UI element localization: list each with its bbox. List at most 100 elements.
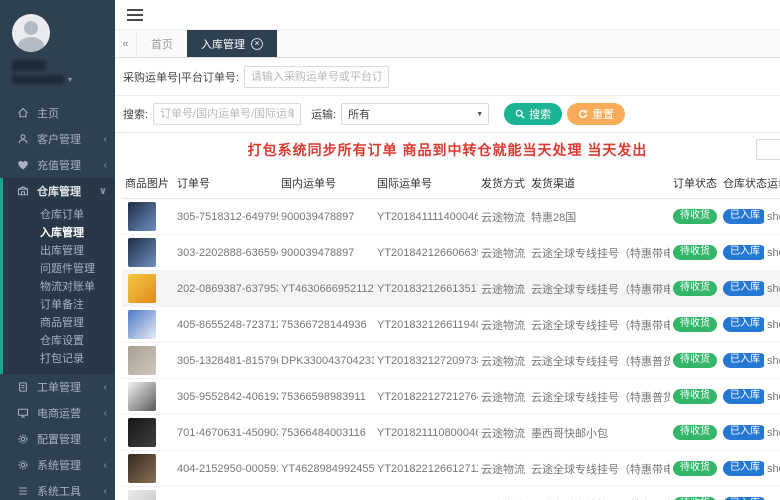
product-image[interactable] xyxy=(128,346,156,375)
tab-bar: « 首页 入库管理 × xyxy=(115,30,780,58)
sync-notice-text: 打包系统同步所有订单 商品到中转仓就能当天处理 当天发出 xyxy=(247,142,648,158)
product-image[interactable] xyxy=(128,418,156,447)
chevron-left-icon: ‹ xyxy=(103,459,107,471)
product-image[interactable] xyxy=(128,238,156,267)
refresh-icon xyxy=(579,109,588,119)
clipped-toolbar-button[interactable] xyxy=(756,139,780,160)
chevron-down-icon: ∨ xyxy=(98,185,107,197)
sidebar-item-仓库管理[interactable]: 仓库管理 ∨ xyxy=(3,178,115,204)
sidebar-group-8: 系统工具 ‹ xyxy=(0,478,115,500)
chevron-down-icon[interactable]: ▾ xyxy=(68,75,72,84)
sidebar-subitem-物流对账单[interactable]: 物流对账单 xyxy=(3,278,115,296)
shipping-channel: 云途全球专线挂号（特惠带电） xyxy=(528,450,670,487)
search-filter-row: 搜索: 运输: 所有 ▼ 搜索 重置 xyxy=(115,96,780,133)
notice-row: 打包系统同步所有订单 商品到中转仓就能当天处理 当天发出 xyxy=(115,133,780,167)
warehouse-status-badge: 已入库 xyxy=(723,461,764,476)
table-row: 305-1328481-8157960 DPK330043704233 YT2018… xyxy=(122,342,780,379)
purchase-waybill-input[interactable] xyxy=(243,66,389,88)
product-image[interactable] xyxy=(128,202,156,231)
domestic-waybill: 900039478897 xyxy=(278,234,374,271)
product-image[interactable] xyxy=(128,454,156,483)
order-status-badge: 待收货 xyxy=(673,245,717,260)
shipping-channel: 云途全球专线挂号（特惠带电） xyxy=(528,486,670,500)
userinfo-redacted xyxy=(12,75,64,84)
sidebar-subitem-仓库设置[interactable]: 仓库设置 xyxy=(3,332,115,350)
shipping-method: 云途物流 xyxy=(478,198,528,235)
sidebar-subitem-打包记录[interactable]: 打包记录 xyxy=(3,350,115,368)
tab-入库管理[interactable]: 入库管理 × xyxy=(187,30,277,57)
warehouse-status-badge: 已入库 xyxy=(723,317,764,332)
sidebar-item-label: 客户管理 xyxy=(37,134,81,146)
ticket-icon xyxy=(17,381,31,393)
warehouse-status-badge: 已入库 xyxy=(723,389,764,404)
recharge-icon xyxy=(17,159,31,171)
inbound-table-wrap: 商品图片订单号国内运单号国际运单号发货方式发货渠道订单状态仓库状态运单号 305… xyxy=(115,167,780,500)
warehouse-status-badge: 已入库 xyxy=(723,425,764,440)
sidebar-item-label: 主页 xyxy=(37,108,59,120)
order-status-badge: 待收货 xyxy=(673,281,717,296)
sidebar-item-label: 系统管理 xyxy=(37,460,81,472)
sidebar-item-工单管理[interactable]: 工单管理 ‹ xyxy=(3,374,115,400)
shipping-channel: 云途全球专线挂号（特惠带电） xyxy=(528,306,670,343)
sidebar-item-客户管理[interactable]: 客户管理 ‹ xyxy=(3,126,115,152)
domestic-waybill: YT4630666952112 xyxy=(278,270,374,307)
chevron-left-icon: ‹ xyxy=(103,381,107,393)
sidebar-item-电商运营[interactable]: 电商运营 ‹ xyxy=(3,400,115,426)
product-image[interactable] xyxy=(128,490,156,500)
customer-icon xyxy=(17,133,31,145)
shipping-method: 云途物流 xyxy=(478,306,528,343)
close-icon[interactable]: × xyxy=(251,37,263,50)
sidebar-group-0: 主页 xyxy=(0,100,115,126)
column-header-订单号: 订单号 xyxy=(174,167,278,199)
tab-首页[interactable]: 首页 xyxy=(137,30,187,57)
column-header-发货方式: 发货方式 xyxy=(478,167,528,199)
sidebar-item-label: 配置管理 xyxy=(37,434,81,446)
waybill-clipped: sho xyxy=(764,306,780,343)
reset-button[interactable]: 重置 xyxy=(567,103,626,125)
shipping-channel: 云途全球专线挂号（特惠普货） xyxy=(528,378,670,415)
shipping-method: 云途物流 xyxy=(478,342,528,379)
product-image[interactable] xyxy=(128,382,156,411)
sidebar-item-系统工具[interactable]: 系统工具 ‹ xyxy=(3,478,115,500)
sidebar-subitem-入库管理[interactable]: 入库管理 xyxy=(3,224,115,242)
table-row: 303-2202888-6365943 900039478897 YT2018421… xyxy=(122,234,780,271)
domestic-waybill: 75366484003116 xyxy=(278,414,374,451)
search-input[interactable] xyxy=(153,103,302,125)
table-row: 404-2152950-0005918 YT4628984992455 YT2018… xyxy=(122,450,780,487)
domestic-waybill: YT4628984992455 xyxy=(278,450,374,487)
username-redacted xyxy=(12,60,46,71)
product-image[interactable] xyxy=(128,310,156,339)
sidebar-subitem-商品管理[interactable]: 商品管理 xyxy=(3,314,115,332)
sidebar-subitem-问题件管理[interactable]: 问题件管理 xyxy=(3,260,115,278)
tabs-collapse-icon[interactable]: « xyxy=(115,30,137,57)
search-button[interactable]: 搜索 xyxy=(504,103,563,125)
chevron-left-icon: ‹ xyxy=(103,407,107,419)
transport-select[interactable]: 所有 xyxy=(341,103,490,125)
sidebar-item-系统管理[interactable]: 系统管理 ‹ xyxy=(3,452,115,478)
order-number: 404-2152950-0005918 xyxy=(174,450,278,487)
avatar[interactable] xyxy=(12,14,50,52)
intl-waybill: YT2018221266093490 xyxy=(374,486,478,500)
sidebar-subitem-仓库订单[interactable]: 仓库订单 xyxy=(3,206,115,224)
avatar-head xyxy=(24,21,38,35)
intl-waybill: YT2018321266119403 xyxy=(374,306,478,343)
sidebar-item-label: 仓库管理 xyxy=(37,186,81,198)
chevron-left-icon: ‹ xyxy=(103,485,107,497)
table-row: 405-8655248-7237124 75366728144936 YT20183… xyxy=(122,306,780,343)
shipping-channel: 墨西哥快邮小包 xyxy=(528,414,670,451)
sidebar-item-配置管理[interactable]: 配置管理 ‹ xyxy=(3,426,115,452)
shipping-method: 云途物流 xyxy=(478,234,528,271)
sidebar-item-label: 充值管理 xyxy=(37,160,81,172)
shipping-channel: 云途全球专线挂号（特惠普货） xyxy=(528,342,670,379)
sidebar-subitem-订单备注[interactable]: 订单备注 xyxy=(3,296,115,314)
product-image[interactable] xyxy=(128,274,156,303)
order-number: 305-9552842-4061929 xyxy=(174,378,278,415)
order-number: 701-4670631-4509033 xyxy=(174,414,278,451)
sidebar-item-充值管理[interactable]: 充值管理 ‹ xyxy=(3,152,115,178)
sidebar-item-主页[interactable]: 主页 xyxy=(3,100,115,126)
sidebar-menu: 主页 客户管理 ‹ 充值管理 ‹ 仓库管理 ∨ 仓库订单 入库管理 出库管理 问题件管理 物流对账单订… xyxy=(0,100,115,500)
order-number: 404-2901274-3928327 xyxy=(174,486,278,500)
warehouse-icon xyxy=(17,185,31,197)
sidebar-subitem-出库管理[interactable]: 出库管理 xyxy=(3,242,115,260)
hamburger-menu-icon[interactable] xyxy=(127,6,143,24)
